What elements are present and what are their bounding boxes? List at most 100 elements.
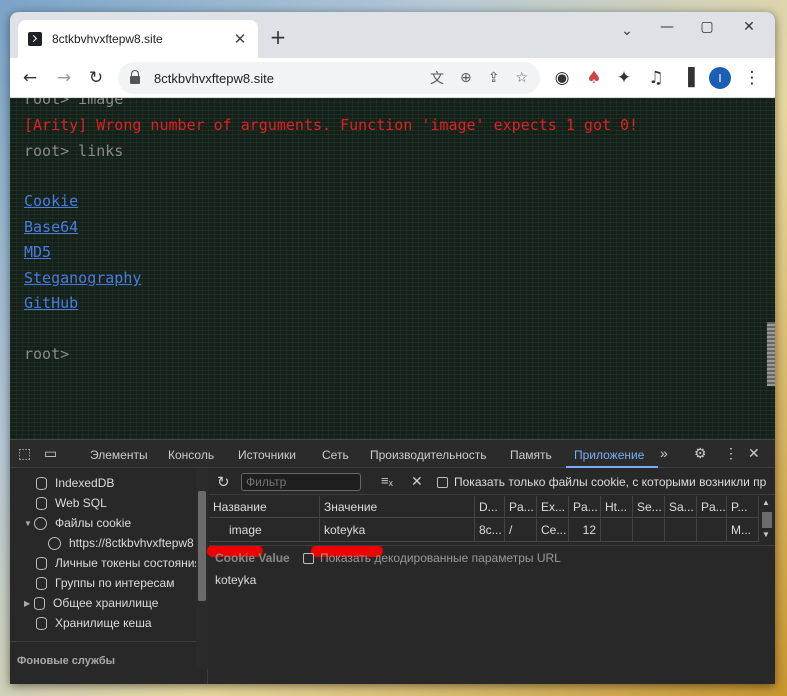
- tab-close-icon[interactable]: ✕: [232, 30, 248, 48]
- column-header[interactable]: Pa...: [569, 496, 601, 518]
- checkbox-box[interactable]: [303, 553, 314, 565]
- close-window-button[interactable]: ✕: [728, 12, 770, 42]
- profile-avatar[interactable]: I: [708, 66, 732, 90]
- sidebar-item-cache-storage[interactable]: Хранилище кеша: [36, 613, 152, 633]
- column-header[interactable]: D...: [475, 496, 505, 518]
- column-header[interactable]: Se...: [633, 496, 665, 518]
- extension-eyes-icon[interactable]: ◉: [550, 66, 574, 90]
- address-bar[interactable]: 8ctkbvhvxftepw8.site 文 ⊕ ⇪ ☆: [118, 62, 540, 94]
- column-header[interactable]: Pa...: [697, 496, 727, 518]
- expanded-arrow-icon[interactable]: ▼: [24, 519, 34, 528]
- extensions-puzzle-icon[interactable]: ✦: [612, 66, 636, 90]
- tab-sources[interactable]: Источники: [238, 448, 296, 462]
- checkbox-box[interactable]: [437, 477, 448, 489]
- database-icon: [36, 496, 47, 510]
- only-issues-checkbox[interactable]: Показать только файлы cookie, с которыми…: [437, 475, 766, 489]
- new-tab-button[interactable]: +: [266, 25, 290, 49]
- link-steganography[interactable]: Steganography: [24, 269, 141, 287]
- minimize-button[interactable]: —: [646, 12, 688, 42]
- tab-memory[interactable]: Память: [510, 448, 552, 462]
- site-info-lock-icon[interactable]: [130, 70, 140, 84]
- cookie-httponly-cell[interactable]: [601, 518, 633, 542]
- link-cookie[interactable]: Cookie: [24, 192, 78, 210]
- column-header[interactable]: Значение: [320, 496, 475, 518]
- column-header[interactable]: Pa...: [505, 496, 537, 518]
- tab-network[interactable]: Сеть: [322, 448, 349, 462]
- column-header[interactable]: P...: [727, 496, 759, 518]
- bookmark-star-icon[interactable]: ☆: [515, 70, 528, 86]
- table-scrollbar[interactable]: ▲ ▼: [761, 496, 773, 540]
- inspect-element-icon[interactable]: ⬚: [18, 445, 31, 462]
- tab-application[interactable]: Приложение: [574, 448, 644, 462]
- sidebar-item-indexeddb[interactable]: IndexedDB: [36, 473, 114, 493]
- cookie-samesite-cell[interactable]: [665, 518, 697, 542]
- close-devtools-icon[interactable]: ✕: [748, 445, 760, 462]
- sidebar-item-shared-storage[interactable]: ▶ Общее хранилище: [24, 593, 158, 613]
- title-bar: 8ctkbvhvxftepw8.site ✕ + ⌄ — ▢ ✕: [10, 12, 775, 58]
- media-control-icon[interactable]: ♫: [644, 66, 668, 90]
- collapsed-arrow-icon[interactable]: ▶: [24, 599, 34, 608]
- more-tabs-icon[interactable]: »: [660, 445, 668, 461]
- extension-character-icon[interactable]: ♠: [582, 66, 606, 90]
- link-base64[interactable]: Base64: [24, 218, 78, 236]
- tab-elements[interactable]: Элементы: [90, 448, 148, 462]
- cookie-secure-cell[interactable]: [633, 518, 665, 542]
- database-icon: [36, 476, 47, 490]
- column-header[interactable]: Название: [209, 496, 320, 518]
- cookie-value-cell[interactable]: koteyka: [320, 518, 475, 542]
- column-header[interactable]: Ex...: [537, 496, 569, 518]
- back-button[interactable]: ←: [18, 66, 42, 90]
- device-toolbar-icon[interactable]: ▭: [44, 445, 57, 462]
- side-panel-icon[interactable]: ▐: [676, 66, 700, 90]
- delete-selected-icon[interactable]: ✕: [411, 473, 423, 490]
- zoom-icon[interactable]: ⊕: [460, 70, 472, 86]
- settings-gear-icon[interactable]: ⚙: [694, 445, 707, 462]
- share-icon[interactable]: ⇪: [488, 70, 500, 86]
- cookie-path-cell[interactable]: /: [505, 518, 537, 542]
- sidebar-item-label: Личные токены состояния: [55, 556, 196, 570]
- sidebar-item-label: IndexedDB: [55, 476, 115, 490]
- browser-menu-icon[interactable]: ⋮: [740, 66, 764, 90]
- tab-performance[interactable]: Производительность: [370, 448, 486, 462]
- cookie-domain-cell[interactable]: 8c...: [475, 518, 505, 542]
- reload-button[interactable]: ↻: [84, 66, 108, 90]
- column-header[interactable]: Ht...: [601, 496, 633, 518]
- tab-search-icon[interactable]: ⌄: [606, 16, 648, 46]
- forward-button[interactable]: →: [52, 66, 76, 90]
- refresh-icon[interactable]: ↻: [217, 473, 230, 491]
- column-header[interactable]: Sa...: [665, 496, 697, 518]
- devtools-menu-icon[interactable]: ⋮: [724, 445, 738, 462]
- cookie-partition-cell[interactable]: [697, 518, 727, 542]
- browser-tab[interactable]: 8ctkbvhvxftepw8.site ✕: [18, 20, 258, 58]
- tab-console[interactable]: Консоль: [168, 448, 214, 462]
- terminal-prompt[interactable]: root>: [24, 345, 69, 363]
- sidebar-item-websql[interactable]: Web SQL: [36, 493, 107, 513]
- sidebar-item-cookies[interactable]: ▼ Файлы cookie: [24, 513, 131, 533]
- scroll-down-icon[interactable]: ▼: [762, 530, 772, 540]
- cookie-value-title: Cookie Value: [215, 551, 290, 565]
- sidebar-item-private-state-tokens[interactable]: Личные токены состояния: [36, 553, 196, 573]
- translate-icon[interactable]: 文: [430, 68, 444, 88]
- cookie-expires-cell[interactable]: Ce...: [537, 518, 569, 542]
- cookie-name-cell[interactable]: image: [209, 518, 320, 542]
- link-md5[interactable]: MD5: [24, 243, 51, 261]
- scroll-thumb[interactable]: [198, 491, 206, 601]
- sidebar-item-label: Группы по интересам: [55, 576, 175, 590]
- sidebar-item-label: Web SQL: [55, 496, 107, 510]
- sidebar-item-interest-groups[interactable]: Группы по интересам: [36, 573, 174, 593]
- maximize-button[interactable]: ▢: [686, 12, 728, 42]
- database-icon: [36, 616, 47, 630]
- sidebar-item-cookie-origin[interactable]: https://8ctkbvhvxftepw8.site: [48, 533, 194, 553]
- cookie-priority-cell[interactable]: M...: [727, 518, 759, 542]
- tab-title: 8ctkbvhvxftepw8.site: [52, 32, 163, 46]
- browser-toolbar: ← → ↻ 8ctkbvhvxftepw8.site 文 ⊕ ⇪ ☆ ◉ ♠ ✦…: [10, 58, 775, 98]
- clear-all-icon[interactable]: ≡ₓ: [381, 473, 393, 488]
- cookie-size-cell[interactable]: 12: [569, 518, 601, 542]
- terminal-scrollbar[interactable]: [767, 322, 775, 386]
- decode-url-checkbox[interactable]: Показать декодированные параметры URL: [303, 551, 561, 565]
- sidebar-vertical-scrollbar[interactable]: [196, 469, 208, 669]
- filter-input[interactable]: [241, 473, 361, 491]
- link-github[interactable]: GitHub: [24, 294, 78, 312]
- scroll-up-icon[interactable]: ▲: [762, 498, 772, 508]
- scroll-thumb[interactable]: [762, 512, 772, 528]
